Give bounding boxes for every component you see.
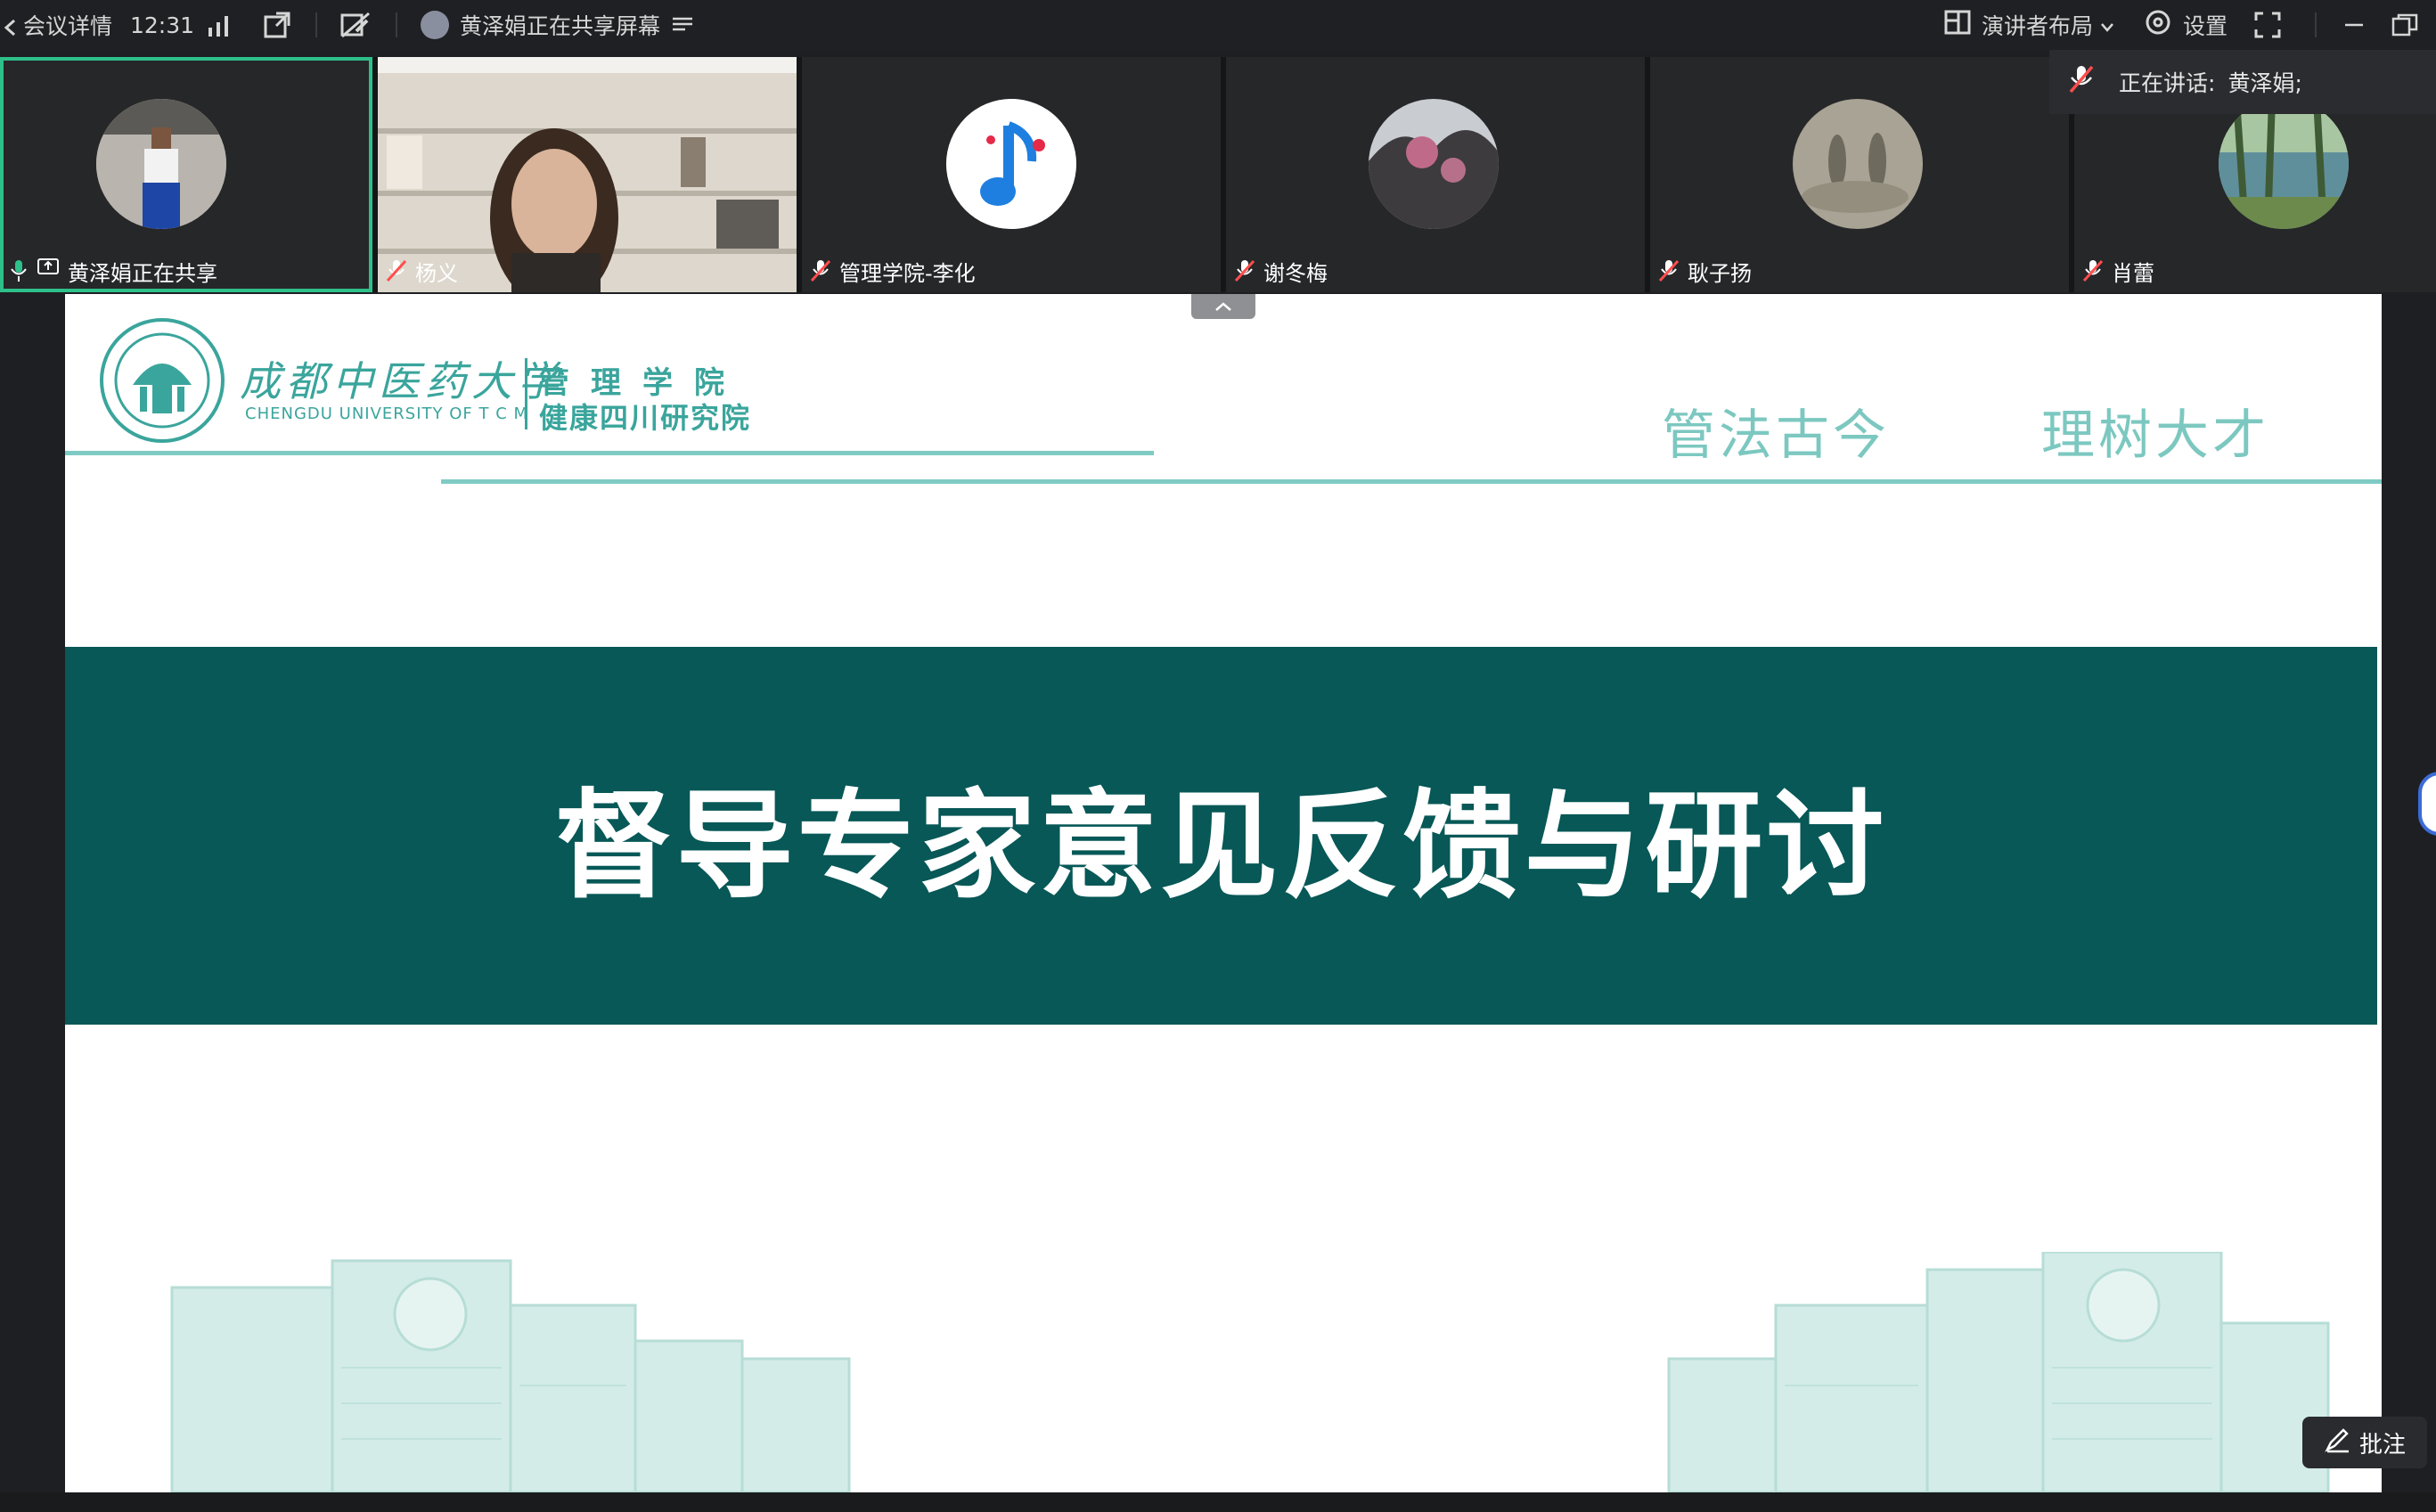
layout-icon: [1944, 10, 1971, 40]
signal-icon[interactable]: [207, 0, 233, 50]
participant-tile[interactable]: 谢冬梅: [1226, 57, 1645, 292]
gear-icon: [2144, 8, 2172, 42]
slide-title: 督导专家意见反馈与研讨: [554, 776, 1888, 915]
meeting-time: 12:31: [130, 12, 195, 38]
settings-label: 设置: [2183, 13, 2228, 39]
participant-label: 耿子扬: [1658, 257, 1752, 286]
participant-tile[interactable]: 黄泽娟正在共享: [0, 57, 372, 292]
shared-slide: 成都中医药大学 CHENGDU UNIVERSITY OF T C M 管理学院…: [65, 294, 2382, 1492]
chevron-up-icon: [1215, 302, 1231, 311]
campus-building-illustration: [1667, 1252, 2330, 1492]
university-emblem-icon: [100, 318, 225, 443]
list-icon: [673, 12, 693, 38]
chevron-left-icon: [4, 16, 16, 37]
speaking-prefix: 正在讲话:: [2119, 70, 2216, 96]
avatar: [1793, 99, 1923, 229]
participant-tile[interactable]: 耿子扬: [1650, 57, 2069, 292]
sharing-status-label: 黄泽娟正在共享屏幕: [460, 13, 661, 39]
participant-name: 耿子扬: [1688, 260, 1752, 286]
participant-label: 黄泽娟正在共享: [9, 257, 217, 286]
header-rule: [441, 479, 2382, 484]
mic-on-icon: [9, 259, 29, 282]
divider: [396, 12, 397, 37]
participant-label: 管理学院-李化: [810, 257, 976, 286]
mic-muted-icon: [810, 259, 831, 282]
participant-tile[interactable]: 管理学院-李化: [802, 57, 1221, 292]
university-logo: [97, 315, 227, 449]
mic-muted-icon: [2069, 65, 2094, 99]
divider: [525, 358, 527, 429]
annotate-label: 批注: [2358, 1431, 2406, 1459]
mic-muted-icon: [386, 259, 407, 282]
annotate-button[interactable]: 批注: [2302, 1417, 2427, 1468]
avatar: [1369, 99, 1499, 229]
layout-label: 演讲者布局: [1982, 13, 2094, 39]
chevron-down-icon: [2100, 12, 2114, 38]
participant-label: 肖蕾: [2082, 257, 2154, 286]
participant-label: 谢冬梅: [1234, 257, 1328, 286]
annotation-off-icon[interactable]: [340, 0, 371, 50]
mic-muted-icon: [1234, 259, 1255, 282]
motto-left: 管法古今: [1662, 405, 1890, 467]
pen-icon: [2324, 1426, 2350, 1459]
campus-building-illustration: [170, 1259, 851, 1492]
participant-name: 管理学院-李化: [839, 260, 976, 286]
collapse-strip-button[interactable]: [1191, 294, 1255, 319]
divider: [315, 12, 317, 37]
mic-muted-icon: [2082, 259, 2104, 282]
sharer-avatar: [421, 11, 449, 39]
screen-share-icon: [37, 258, 59, 283]
participant-name: 肖蕾: [2112, 260, 2154, 286]
avatar: [946, 99, 1076, 229]
participant-name: 黄泽娟正在共享: [68, 260, 217, 286]
meeting-details-button[interactable]: 会议详情: [4, 0, 112, 50]
side-panel-handle[interactable]: [2418, 772, 2436, 836]
participant-name: 谢冬梅: [1263, 260, 1328, 286]
speaking-name: 黄泽娟;: [2228, 70, 2302, 96]
fullscreen-icon[interactable]: [2254, 0, 2281, 50]
speaking-indicator: 正在讲话: 黄泽娟;: [2049, 50, 2436, 114]
divider: [2315, 12, 2317, 37]
title-banner: 督导专家意见反馈与研讨: [65, 647, 2377, 1025]
header-rule: [65, 451, 1154, 455]
participant-video-tile[interactable]: 杨义: [378, 57, 797, 292]
mic-muted-icon: [1658, 259, 1680, 282]
institute-name: 健康四川研究院: [539, 401, 752, 435]
sharing-status[interactable]: 黄泽娟正在共享屏幕: [421, 0, 693, 50]
participant-label: 杨义: [386, 257, 458, 286]
participant-name: 杨义: [415, 260, 458, 286]
bottom-bar: [0, 1492, 2436, 1512]
avatar: [2219, 99, 2349, 229]
layout-button[interactable]: 演讲者布局: [1944, 0, 2114, 50]
motto-right: 理树大才: [2041, 405, 2269, 467]
university-name-en: CHENGDU UNIVERSITY OF T C M: [245, 405, 529, 423]
restore-icon[interactable]: [2391, 0, 2418, 50]
meeting-details-label: 会议详情: [23, 13, 113, 39]
minimize-icon[interactable]: [2343, 0, 2365, 50]
avatar: [96, 99, 226, 229]
university-name-cn: 成都中医药大学: [240, 357, 564, 405]
top-bar: 会议详情 12:31 黄泽娟正在共享屏幕 演讲者布局 设置: [0, 0, 2436, 50]
settings-button[interactable]: 设置: [2144, 0, 2228, 50]
popout-icon[interactable]: [264, 0, 290, 50]
